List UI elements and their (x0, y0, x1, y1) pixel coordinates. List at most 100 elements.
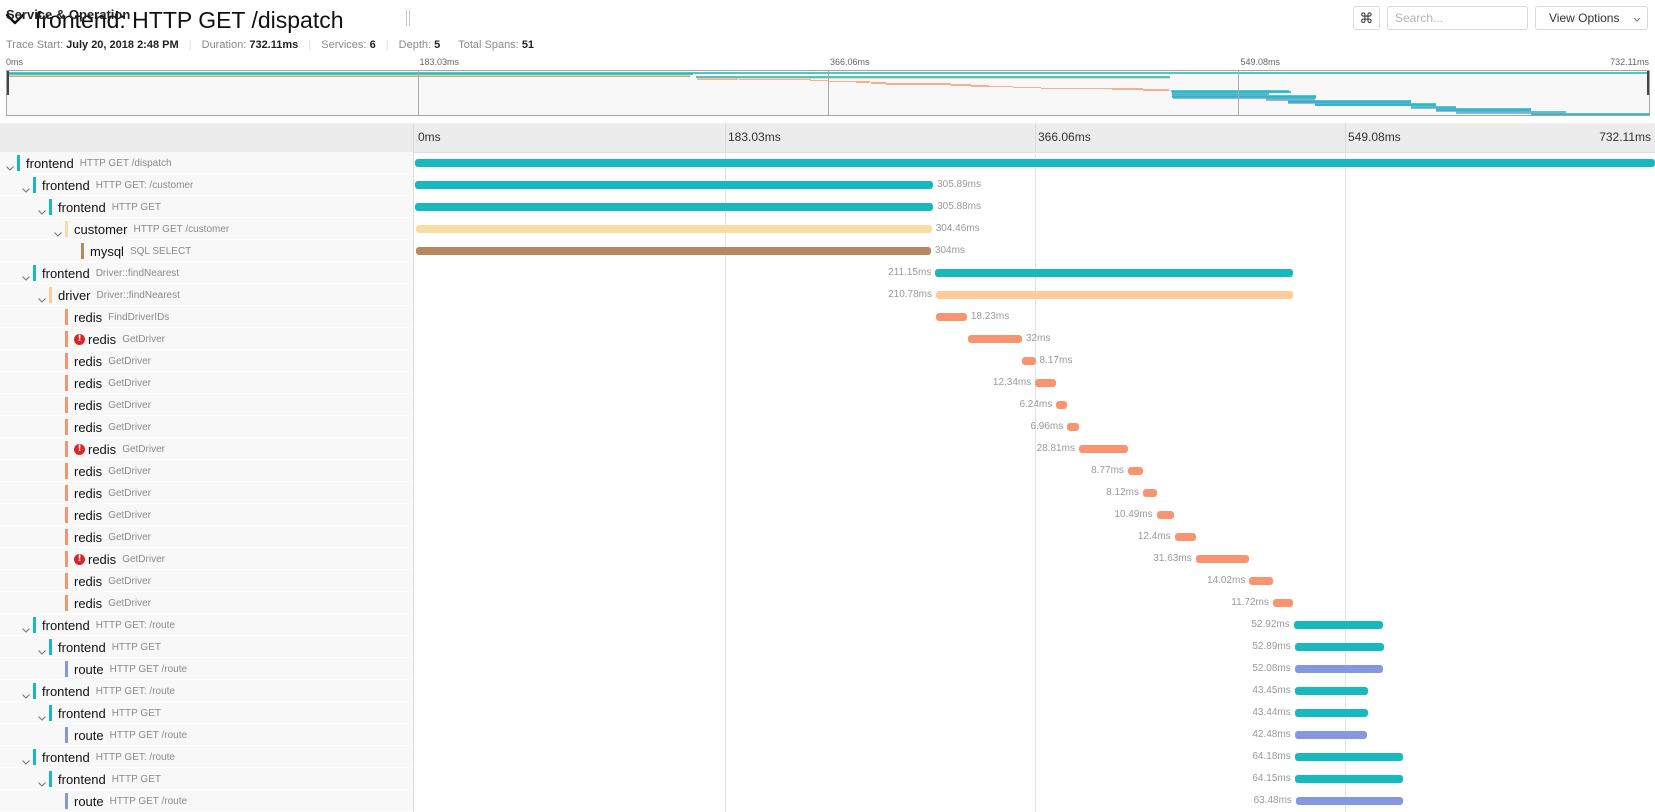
span-bar[interactable] (1127, 467, 1143, 475)
span-name[interactable]: redis GetDriver (74, 526, 151, 548)
span-row[interactable]: redis GetDriver 6.24ms (0, 394, 1655, 416)
span-bar[interactable] (1293, 621, 1384, 629)
span-name-cell[interactable]: redis GetDriver (0, 350, 413, 372)
span-name-cell[interactable]: redis GetDriver (0, 416, 413, 438)
collapse-chevron-icon[interactable] (37, 775, 47, 787)
span-bar[interactable] (1294, 665, 1383, 673)
span-row[interactable]: frontend HTTP GET 64.15ms (0, 768, 1655, 790)
span-bar[interactable] (1295, 797, 1404, 805)
collapse-chevron-icon[interactable] (37, 709, 47, 721)
span-name[interactable]: redis GetDriver (74, 460, 151, 482)
span-name-cell[interactable]: ! redis GetDriver (0, 438, 413, 460)
span-bar[interactable] (1056, 401, 1067, 409)
collapse-chevron-icon[interactable] (37, 203, 47, 215)
span-bar[interactable] (415, 181, 934, 189)
span-name[interactable]: ! redis GetDriver (74, 328, 165, 350)
span-row[interactable]: redis GetDriver 12.4ms (0, 526, 1655, 548)
span-row[interactable]: customer HTTP GET /customer 304.46ms (0, 218, 1655, 240)
span-row[interactable]: redis GetDriver 8.77ms (0, 460, 1655, 482)
span-name-cell[interactable]: route HTTP GET /route (0, 724, 413, 746)
view-options-button[interactable]: View Options (1535, 6, 1648, 30)
span-bar[interactable] (1272, 599, 1293, 607)
span-name[interactable]: mysql SQL SELECT (90, 240, 191, 262)
span-name-cell[interactable]: mysql SQL SELECT (0, 240, 413, 262)
span-name-cell[interactable]: customer HTTP GET /customer (0, 218, 413, 240)
span-row[interactable]: route HTTP GET /route 63.48ms (0, 790, 1655, 812)
span-name-cell[interactable]: frontend HTTP GET /dispatch (0, 152, 413, 174)
span-bar[interactable] (935, 313, 967, 321)
span-name[interactable]: redis GetDriver (74, 350, 151, 372)
span-name-cell[interactable]: frontend HTTP GET (0, 768, 413, 790)
span-bar[interactable] (1142, 489, 1157, 497)
span-name[interactable]: redis GetDriver (74, 394, 151, 416)
span-name-cell[interactable]: redis GetDriver (0, 482, 413, 504)
span-name[interactable]: frontend HTTP GET /dispatch (26, 152, 172, 174)
span-name[interactable]: redis GetDriver (74, 504, 151, 526)
span-bar[interactable] (1294, 709, 1369, 717)
span-row[interactable]: redis GetDriver 12.34ms (0, 372, 1655, 394)
span-name-cell[interactable]: redis GetDriver (0, 460, 413, 482)
span-name-cell[interactable]: redis GetDriver (0, 504, 413, 526)
span-row[interactable]: frontend HTTP GET 43.44ms (0, 702, 1655, 724)
span-bar[interactable] (1294, 643, 1385, 651)
collapse-chevron-icon[interactable] (21, 687, 31, 699)
span-bar[interactable] (1035, 379, 1057, 387)
span-row[interactable]: redis GetDriver 8.17ms (0, 350, 1655, 372)
span-name-cell[interactable]: redis GetDriver (0, 526, 413, 548)
span-row[interactable]: route HTTP GET /route 42.48ms (0, 724, 1655, 746)
span-bar[interactable] (415, 203, 934, 211)
span-bar[interactable] (1249, 577, 1274, 585)
column-resize-handle[interactable] (406, 10, 410, 26)
collapse-chevron-icon[interactable] (21, 181, 31, 193)
span-bar[interactable] (1174, 533, 1196, 541)
span-row[interactable]: redis GetDriver 10.49ms (0, 504, 1655, 526)
span-name-cell[interactable]: redis GetDriver (0, 372, 413, 394)
span-name[interactable]: frontend Driver::findNearest (42, 262, 179, 284)
collapse-chevron-icon[interactable] (21, 753, 31, 765)
span-name-cell[interactable]: route HTTP GET /route (0, 658, 413, 680)
span-name[interactable]: frontend HTTP GET: /route (42, 746, 175, 768)
span-bar[interactable] (935, 269, 1293, 277)
span-name-cell[interactable]: frontend HTTP GET (0, 702, 413, 724)
span-name[interactable]: redis GetDriver (74, 416, 151, 438)
span-name-cell[interactable]: frontend HTTP GET (0, 196, 413, 218)
span-name[interactable]: redis FindDriverIDs (74, 306, 169, 328)
collapse-chevron-icon[interactable] (21, 269, 31, 281)
span-bar[interactable] (967, 335, 1022, 343)
span-row[interactable]: ! redis GetDriver 31.63ms (0, 548, 1655, 570)
span-name[interactable]: redis GetDriver (74, 570, 151, 592)
span-row[interactable]: ! redis GetDriver 32ms (0, 328, 1655, 350)
collapse-chevron-icon[interactable] (21, 621, 31, 633)
span-name[interactable]: frontend HTTP GET (58, 636, 161, 658)
span-row[interactable]: redis GetDriver 14.02ms (0, 570, 1655, 592)
span-name[interactable]: redis GetDriver (74, 482, 151, 504)
span-name-cell[interactable]: frontend Driver::findNearest (0, 262, 413, 284)
span-bar[interactable] (416, 247, 931, 255)
span-row[interactable]: frontend HTTP GET 305.88ms (0, 196, 1655, 218)
span-name-cell[interactable]: frontend HTTP GET: /route (0, 614, 413, 636)
span-name[interactable]: driver Driver::findNearest (58, 284, 180, 306)
span-name-cell[interactable]: redis GetDriver (0, 570, 413, 592)
span-row[interactable]: ! redis GetDriver 28.81ms (0, 438, 1655, 460)
minimap-range-start-handle[interactable] (7, 71, 9, 95)
span-row[interactable]: frontend HTTP GET 52.89ms (0, 636, 1655, 658)
span-name-cell[interactable]: redis FindDriverIDs (0, 306, 413, 328)
collapse-chevron-icon[interactable] (5, 159, 15, 171)
keyboard-shortcuts-button[interactable]: ⌘ (1353, 6, 1380, 30)
span-bar[interactable] (415, 159, 1655, 167)
span-bar[interactable] (1294, 731, 1367, 739)
span-row[interactable]: frontend Driver::findNearest 211.15ms (0, 262, 1655, 284)
span-row[interactable]: redis FindDriverIDs 18.23ms (0, 306, 1655, 328)
span-row[interactable]: frontend HTTP GET: /route 64.18ms (0, 746, 1655, 768)
span-name[interactable]: route HTTP GET /route (74, 790, 187, 812)
span-name[interactable]: frontend HTTP GET: /route (42, 680, 175, 702)
span-name-cell[interactable]: frontend HTTP GET: /route (0, 746, 413, 768)
span-name[interactable]: ! redis GetDriver (74, 438, 165, 460)
span-name[interactable]: ! redis GetDriver (74, 548, 165, 570)
span-name-cell[interactable]: frontend HTTP GET: /customer (0, 174, 413, 196)
span-bar[interactable] (1294, 753, 1404, 761)
span-name[interactable]: route HTTP GET /route (74, 724, 187, 746)
span-bar[interactable] (1195, 555, 1250, 563)
span-name[interactable]: redis GetDriver (74, 592, 151, 614)
span-row[interactable]: mysql SQL SELECT 304ms (0, 240, 1655, 262)
